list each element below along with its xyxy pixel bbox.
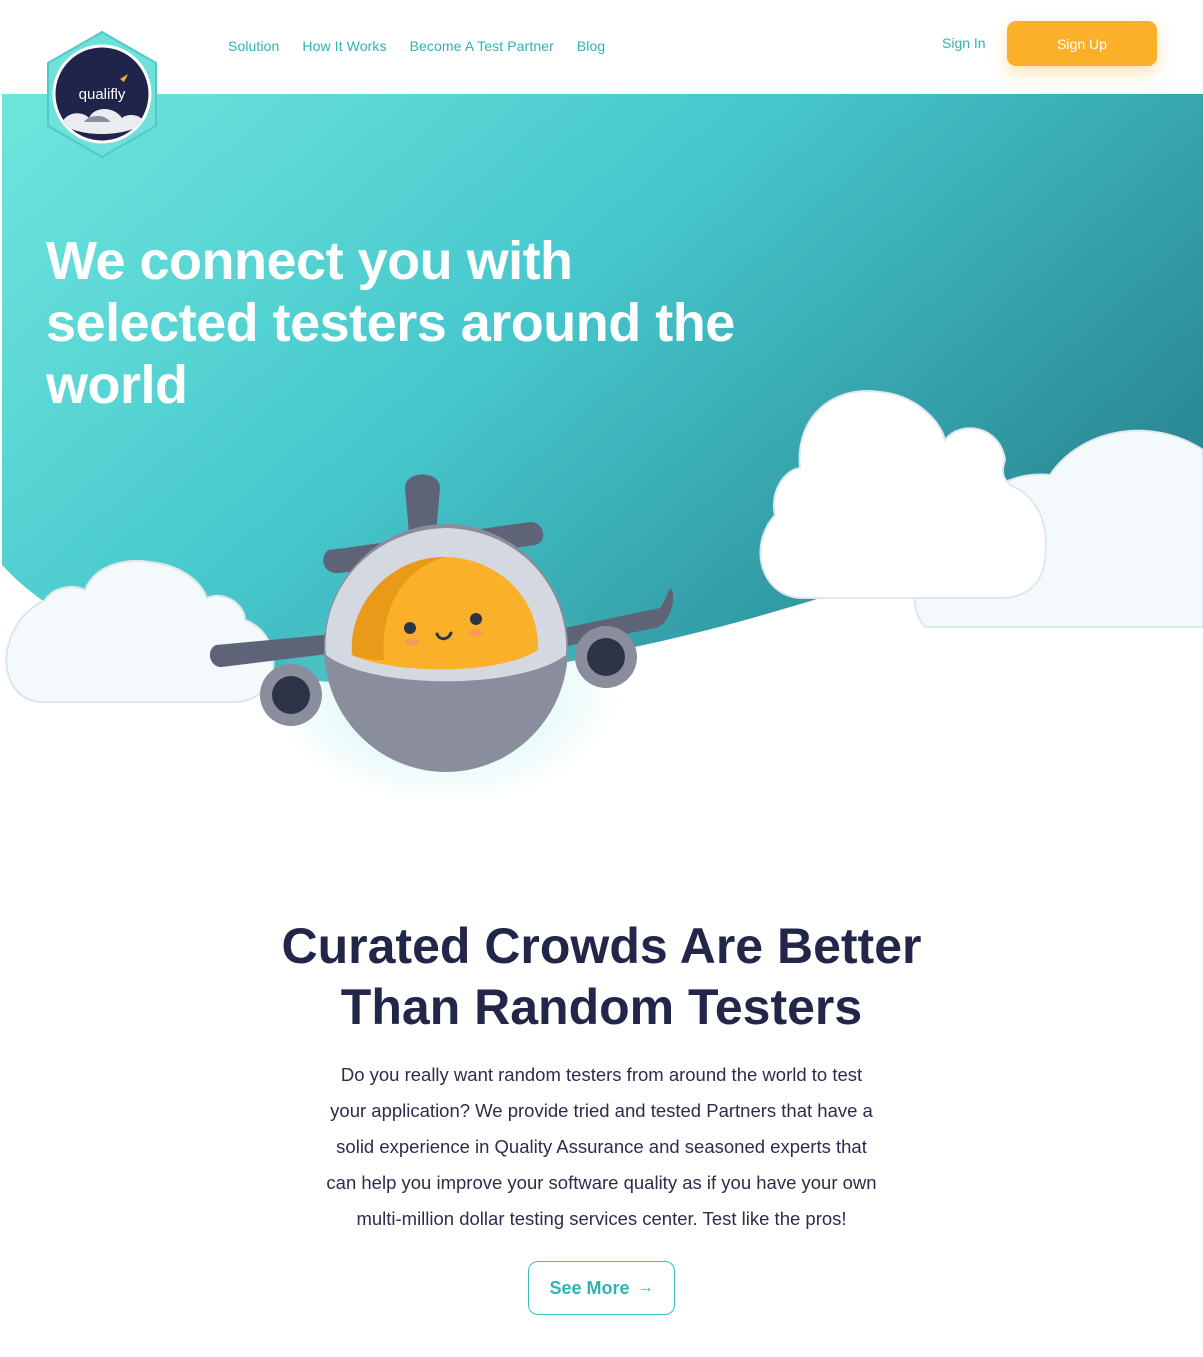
sign-up-button[interactable]: Sign Up xyxy=(1007,21,1157,66)
section-title: Curated Crowds Are Better Than Random Te… xyxy=(200,916,1003,1038)
description-line: can help you improve your software quali… xyxy=(326,1172,877,1193)
description-line: Do you really want random testers from a… xyxy=(340,1064,863,1085)
hero-title-line: selected testers around the xyxy=(46,293,735,353)
section-description: Do you really want random testers from a… xyxy=(280,1057,923,1237)
hero-title-line: world xyxy=(46,355,188,415)
sign-in-link[interactable]: Sign In xyxy=(942,35,986,51)
see-more-button[interactable]: See More → xyxy=(528,1261,675,1315)
nav-become-test-partner[interactable]: Become A Test Partner xyxy=(410,38,554,54)
main-nav: Solution How It Works Become A Test Part… xyxy=(228,38,605,54)
hero-title-line: We connect you with xyxy=(46,231,573,291)
qualifly-logo[interactable]: qualifly xyxy=(44,30,160,160)
section-title-line: Than Random Testers xyxy=(340,979,863,1035)
section-title-line: Curated Crowds Are Better xyxy=(281,918,922,974)
description-line: your application? We provide tried and t… xyxy=(330,1100,873,1121)
nav-how-it-works[interactable]: How It Works xyxy=(302,38,386,54)
see-more-label: See More xyxy=(549,1277,630,1298)
description-line: multi-million dollar testing services ce… xyxy=(356,1208,847,1229)
nav-blog[interactable]: Blog xyxy=(577,38,605,54)
logo-text: qualifly xyxy=(79,86,126,103)
arrow-right-icon: → xyxy=(637,1279,654,1296)
hero-title: We connect you with selected testers aro… xyxy=(46,230,806,416)
nav-solution[interactable]: Solution xyxy=(228,38,279,54)
description-line: solid experience in Quality Assurance an… xyxy=(336,1136,867,1157)
